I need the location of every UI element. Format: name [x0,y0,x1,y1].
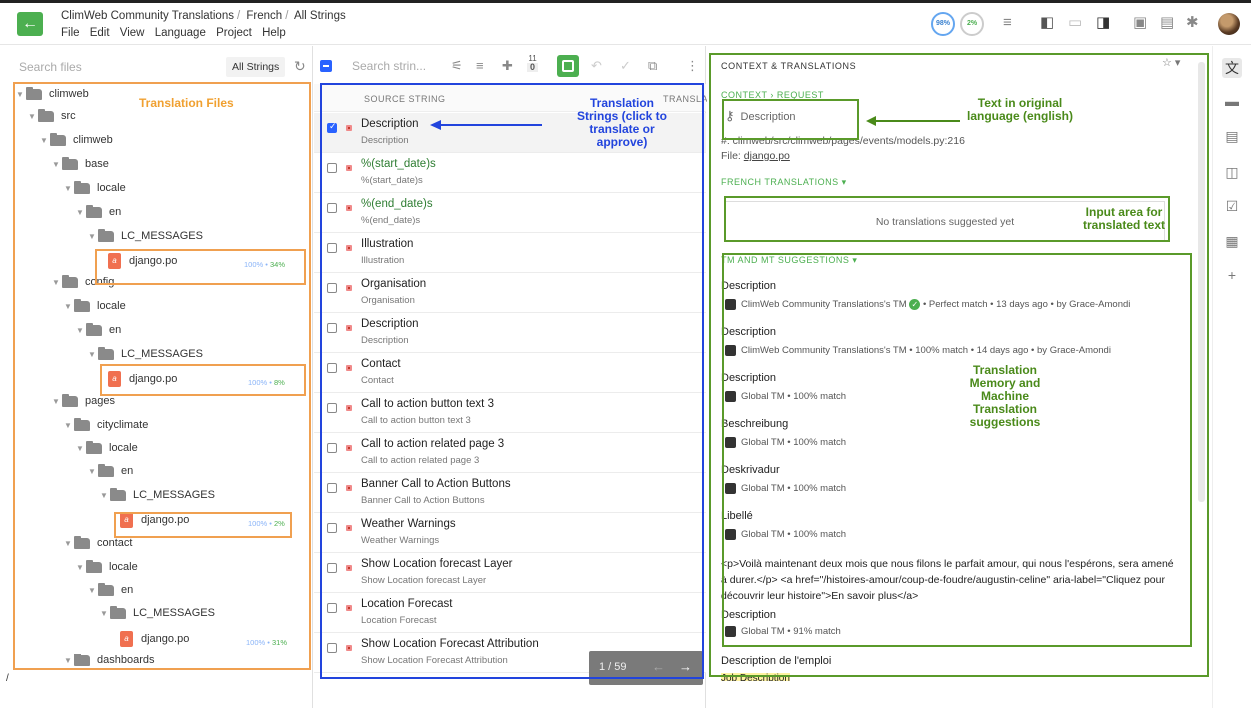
avatar[interactable] [1218,13,1240,35]
status-mark: / [6,673,9,684]
add-icon[interactable]: + [1222,265,1242,285]
annotation-arrowhead [430,120,441,130]
filter-icon[interactable]: ≡ [476,58,484,73]
annotation-arrowhead [866,116,876,126]
breadcrumb-language[interactable]: French [246,10,282,22]
string-search-input[interactable]: Search strin... [352,59,426,73]
annotation-arrow [440,124,542,126]
top-bar: ← ClimWeb Community Translations / French… [0,0,1251,45]
menu-file[interactable]: File [61,27,80,39]
annotation-label-tm: Translation Memory and Machine Translati… [969,363,1041,429]
layout-right-icon[interactable]: ◨ [1096,14,1110,32]
undo-icon[interactable]: ↶ [591,58,602,74]
layout-left-icon[interactable]: ◧ [1040,14,1054,32]
selection-counter: 11 0 [527,54,539,72]
back-button[interactable]: ← [17,12,43,36]
progress-approved-badge[interactable]: 2% [960,12,984,36]
more-icon[interactable]: ⋮ [686,58,699,74]
annotation-box-file [95,249,306,285]
strings-toolbar: Search strin... ⚟ ≡ ✚ 11 0 ↶ ✓ ⧉ ⋮ [314,54,706,80]
window-edge [0,0,1251,3]
menu-edit[interactable]: Edit [90,27,110,39]
filter-dropdown[interactable]: All Strings [226,57,286,77]
menu-project[interactable]: Project [216,27,252,39]
keyboard-icon[interactable]: ▤ [1160,14,1174,32]
annotation-box-tm [722,253,1192,647]
annotation-box-file [114,512,292,538]
copy-icon[interactable]: ⧉ [648,58,657,74]
menu-language[interactable]: Language [155,27,206,39]
breadcrumb-project[interactable]: ClimWeb Community Translations [61,10,234,22]
menu-bar: File Edit View Language Project Help [61,27,293,39]
save-button[interactable] [557,55,579,77]
annotation-label-input: Input area for translated text [1082,205,1166,232]
annotation-label-strings: Translation Strings (click to translate … [576,96,668,149]
file-search-input[interactable]: Search files [19,60,82,74]
breadcrumb: ClimWeb Community Translations / French / … [61,10,346,22]
file-search-row: Search files All Strings ↻ [0,55,313,79]
annotation-box-strings [320,83,704,679]
progress-translated-badge[interactable]: 98% [931,12,955,36]
machinery-icon[interactable]: ◫ [1222,162,1242,182]
gear-icon[interactable]: ✱ [1186,14,1199,32]
puzzle-icon[interactable]: ✚ [502,58,513,74]
select-all-checkbox[interactable] [320,60,332,72]
approve-icon[interactable]: ✓ [620,58,631,74]
side-rail: 文 ▬ ▤ ◫ ☑ ▦ + [1212,46,1251,708]
menu-view[interactable]: View [120,27,145,39]
refresh-icon[interactable]: ↻ [294,58,306,75]
checks-panel-icon[interactable]: ☑ [1222,196,1242,216]
layout-bottom-icon[interactable]: ▭ [1068,14,1082,32]
annotation-arrow [875,120,960,122]
history-icon[interactable]: ▦ [1222,231,1242,251]
filter-settings-icon[interactable]: ⚟ [451,58,463,74]
menu-help[interactable]: Help [262,27,286,39]
breadcrumb-resource[interactable]: All Strings [294,10,346,22]
checks-icon[interactable]: ≡ [1003,14,1012,32]
translate-icon[interactable]: 文 [1222,58,1242,78]
annotation-box-original [722,99,859,140]
arrow-left-icon: ← [22,15,38,32]
annotation-label-original: Text in original language (english) [966,96,1073,123]
glossary-icon[interactable]: ▤ [1222,126,1242,146]
annotation-label-files: Translation Files [139,96,234,110]
comments-icon[interactable]: ▬ [1222,91,1242,111]
terminal-icon[interactable]: ▣ [1133,14,1147,32]
annotation-box-file [100,364,306,396]
